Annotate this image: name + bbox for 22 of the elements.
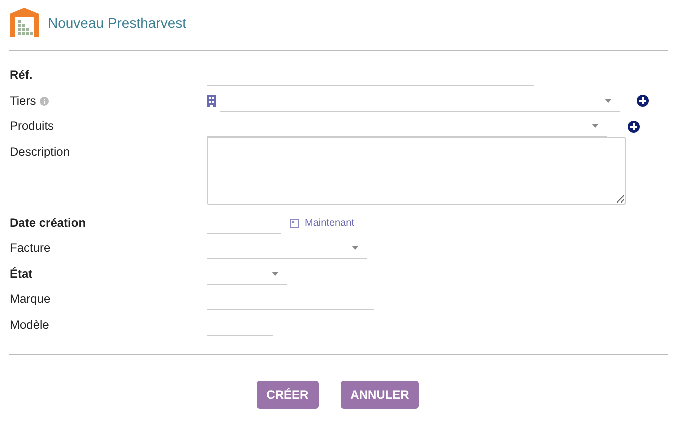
field-label: Tiers <box>10 94 36 108</box>
caret-icon <box>272 272 279 276</box>
field-label: Description <box>10 144 70 160</box>
field-label: Marque <box>10 292 51 307</box>
field-label: Date création <box>10 216 86 230</box>
field-label: Modèle <box>10 318 50 332</box>
add-icon[interactable] <box>628 120 640 132</box>
now-link[interactable]: Maintenant <box>290 218 354 228</box>
add-icon[interactable] <box>637 95 649 107</box>
warehouse-logo-icon <box>10 8 39 37</box>
field-label: Facture <box>10 241 51 256</box>
description-field[interactable] <box>207 136 626 204</box>
field-label: État <box>10 266 33 282</box>
create-button[interactable]: CRÉER <box>256 381 319 409</box>
cancel-button[interactable]: ANNULER <box>340 381 420 409</box>
caret-icon <box>352 246 359 250</box>
caret-icon <box>605 98 612 102</box>
field-label: Produits <box>10 119 54 134</box>
page-title: Nouveau Prestharvest <box>48 14 187 30</box>
caret-icon <box>592 124 599 128</box>
calendar-icon <box>290 218 299 228</box>
field-label: Réf. <box>10 68 33 83</box>
